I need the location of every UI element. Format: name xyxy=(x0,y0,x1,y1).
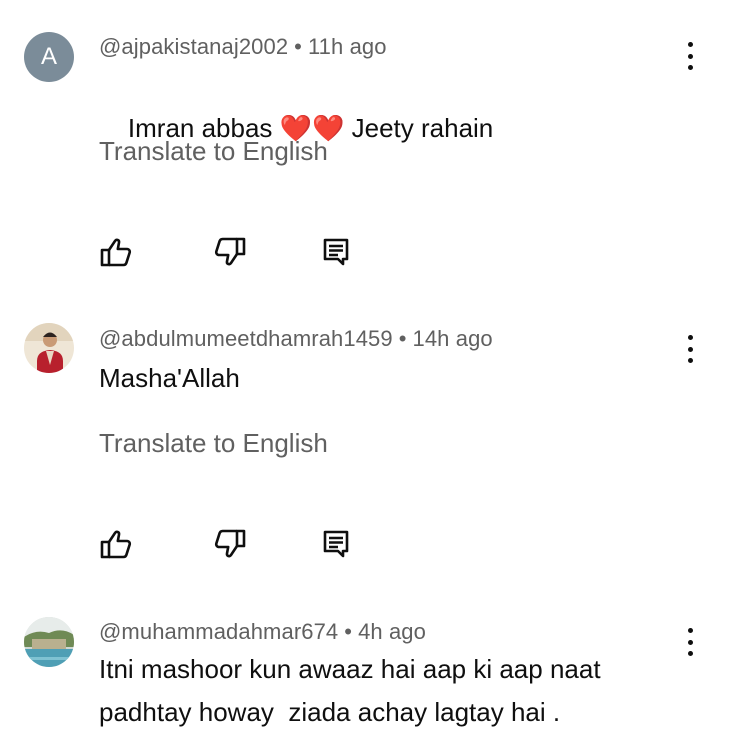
dislike-button[interactable] xyxy=(213,236,247,268)
more-vert-icon[interactable] xyxy=(676,38,704,74)
dislike-button[interactable] xyxy=(213,528,247,560)
timestamp[interactable]: 11h ago xyxy=(308,34,387,59)
author-handle[interactable]: @ajpakistanaj2002 xyxy=(99,34,288,59)
avatar[interactable]: A xyxy=(24,32,74,82)
author-handle[interactable]: @muhammadahmar674 xyxy=(99,619,338,644)
reply-comment-icon xyxy=(323,238,349,266)
comment-meta: @muhammadahmar674 • 4h ago xyxy=(99,619,426,645)
avatar-letter: A xyxy=(40,43,57,70)
avatar[interactable] xyxy=(24,617,74,667)
comment-meta: @ajpakistanaj2002 • 11h ago xyxy=(99,34,387,60)
comment-text: Itni mashoor kun awaaz hai aap ki aap na… xyxy=(99,654,608,727)
reply-button[interactable] xyxy=(319,528,353,560)
thumbs-down-icon xyxy=(214,529,246,558)
more-vert-icon[interactable] xyxy=(676,624,704,660)
translate-button[interactable]: Translate to English xyxy=(99,136,328,167)
comment-actions xyxy=(99,528,359,560)
like-button[interactable] xyxy=(99,236,133,268)
comment-actions xyxy=(99,236,359,268)
timestamp[interactable]: 4h ago xyxy=(358,619,426,644)
thumbs-up-icon xyxy=(100,238,132,267)
avatar[interactable] xyxy=(24,323,74,373)
thumbs-down-icon xyxy=(214,237,246,266)
separator: • xyxy=(398,326,407,351)
separator: • xyxy=(344,619,353,644)
separator: • xyxy=(294,34,302,59)
timestamp[interactable]: 14h ago xyxy=(413,326,493,351)
avatar-photo xyxy=(24,323,74,373)
thumbs-up-icon xyxy=(100,530,132,559)
translate-button[interactable]: Translate to English xyxy=(99,428,328,459)
reply-button[interactable] xyxy=(319,236,353,268)
reply-comment-icon xyxy=(323,530,349,558)
like-button[interactable] xyxy=(99,528,133,560)
avatar-photo xyxy=(24,617,74,667)
comment-text: Masha'Allah xyxy=(99,363,240,393)
more-vert-icon[interactable] xyxy=(676,331,704,367)
author-handle[interactable]: @abdulmumeetdhamrah1459 xyxy=(99,326,393,351)
comment-meta: @abdulmumeetdhamrah1459 • 14h ago xyxy=(99,326,493,352)
comment-text: Imran abbas ❤️❤️ Jeety rahain xyxy=(127,113,494,143)
